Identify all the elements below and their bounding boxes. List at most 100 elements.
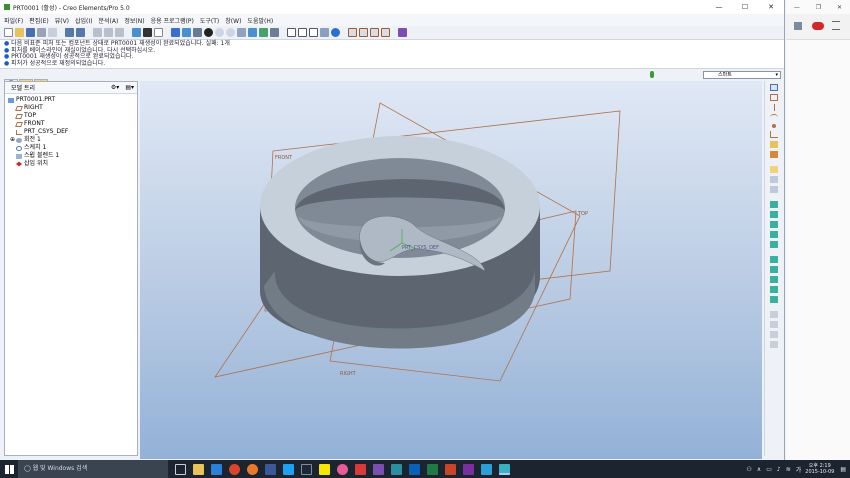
- regenerate-icon[interactable]: [132, 28, 141, 37]
- undo-icon[interactable]: [65, 28, 74, 37]
- taskbar-search-box[interactable]: ◯ 웹 및 Windows 검색: [18, 460, 168, 478]
- tree-item-insert-here[interactable]: 삽입 위치: [8, 160, 134, 168]
- enhanced-realism-icon[interactable]: [331, 28, 340, 37]
- paste-icon[interactable]: [115, 28, 124, 37]
- draft-tool-icon[interactable]: [770, 276, 778, 283]
- bg-restore-icon[interactable]: ❐: [816, 4, 821, 11]
- tree-item-csys[interactable]: PRT_CSYS_DEF: [8, 128, 134, 136]
- point-tool-icon[interactable]: [772, 124, 776, 128]
- shading-icon[interactable]: [320, 28, 329, 37]
- publish-geom-icon[interactable]: [770, 186, 778, 193]
- tray-up-arrow-icon[interactable]: ∧: [757, 466, 761, 473]
- kakaotalk-icon[interactable]: [319, 463, 330, 475]
- csys-tool-icon[interactable]: [770, 131, 778, 138]
- open-file-icon[interactable]: [15, 28, 24, 37]
- menu-edit[interactable]: 편집(E): [29, 16, 49, 25]
- email-icon[interactable]: [48, 28, 57, 37]
- file-explorer-icon[interactable]: [193, 463, 204, 475]
- tree-item-sketch[interactable]: 스케치 1: [8, 144, 134, 152]
- chamfer-tool-icon[interactable]: [770, 296, 778, 303]
- sweep-tool-icon[interactable]: [770, 221, 778, 228]
- copy-icon[interactable]: [104, 28, 113, 37]
- note-tool-icon[interactable]: [770, 166, 778, 173]
- minimize-button[interactable]: —: [706, 0, 732, 14]
- pencil-tool-icon[interactable]: [770, 151, 778, 158]
- media-player-icon[interactable]: [337, 463, 348, 475]
- twitter-icon[interactable]: [283, 463, 294, 475]
- tree-item-revolve[interactable]: ⊕ 회전 1: [8, 136, 134, 144]
- menu-file[interactable]: 파일(F): [4, 16, 23, 25]
- extrude-tool-icon[interactable]: [770, 201, 778, 208]
- orient-icon[interactable]: [182, 28, 191, 37]
- excel-icon[interactable]: [427, 463, 438, 475]
- chrome-browser-icon[interactable]: [229, 463, 240, 475]
- merge-tool-icon[interactable]: [770, 331, 778, 338]
- datum-planes-icon[interactable]: [348, 28, 357, 37]
- onenote-icon[interactable]: [463, 463, 474, 475]
- bg-minimize-icon[interactable]: —: [794, 4, 800, 11]
- tray-network-icon[interactable]: ≋: [786, 466, 791, 473]
- tree-show-icon[interactable]: ▤▾: [125, 84, 134, 91]
- hidden-line-icon[interactable]: [298, 28, 307, 37]
- hole-tool-icon[interactable]: [770, 241, 778, 248]
- pattern-tool-icon[interactable]: [770, 311, 778, 318]
- menu-analysis[interactable]: 분석(A): [99, 16, 119, 25]
- visual-studio-icon[interactable]: [373, 463, 384, 475]
- zoom-out-icon[interactable]: [226, 28, 235, 37]
- datum-points-icon[interactable]: [370, 28, 379, 37]
- tree-item-swept-blend[interactable]: 스윕 블렌드 1: [8, 152, 134, 160]
- copy-geom-icon[interactable]: [770, 176, 778, 183]
- menu-info[interactable]: 정보(N): [124, 16, 144, 25]
- outlook-icon[interactable]: [409, 463, 420, 475]
- csys-icon[interactable]: [381, 28, 390, 37]
- cut-icon[interactable]: [93, 28, 102, 37]
- bg-app-icon[interactable]: [794, 22, 802, 30]
- notification-center-icon[interactable]: ▤: [840, 466, 846, 473]
- tree-item-front[interactable]: FRONT: [8, 120, 134, 128]
- save-icon[interactable]: [26, 28, 35, 37]
- round-tool-icon[interactable]: [770, 286, 778, 293]
- tray-ime-icon[interactable]: 가: [796, 465, 802, 474]
- menu-view[interactable]: 뷰(V): [55, 16, 69, 25]
- steam-icon[interactable]: [301, 463, 312, 475]
- menu-window[interactable]: 창(W): [225, 16, 241, 25]
- redo-icon[interactable]: [76, 28, 85, 37]
- expand-icon[interactable]: ⊕: [10, 136, 15, 144]
- image-viewer-icon[interactable]: [391, 463, 402, 475]
- view-manager-icon[interactable]: [270, 28, 279, 37]
- tree-settings-icon[interactable]: ⚙▾: [111, 84, 119, 91]
- no-hidden-icon[interactable]: [309, 28, 318, 37]
- curve-tool-icon[interactable]: [770, 114, 778, 121]
- taskbar-clock[interactable]: 오후 2:19 2015-10-09: [805, 463, 834, 475]
- refit-icon[interactable]: [237, 28, 246, 37]
- revolve-tool-icon[interactable]: [770, 211, 778, 218]
- creo-taskbar-icon[interactable]: [499, 463, 510, 475]
- graphics-viewport[interactable]: FRONT TOP PRT_CSYS_DEF RIGHT: [140, 81, 762, 459]
- select-box-icon[interactable]: [154, 28, 163, 37]
- close-button[interactable]: ✕: [758, 0, 784, 14]
- analysis-tool-icon[interactable]: [770, 141, 778, 148]
- bg-close-icon[interactable]: ✕: [837, 4, 842, 11]
- menu-help[interactable]: 도움말(H): [247, 16, 273, 25]
- saved-views-icon[interactable]: [259, 28, 268, 37]
- tree-item-part[interactable]: PRT0001.PRT: [8, 96, 134, 104]
- edge-browser-icon[interactable]: [211, 463, 222, 475]
- sketch-tool-icon[interactable]: [770, 84, 778, 91]
- print-icon[interactable]: [37, 28, 46, 37]
- menu-applications[interactable]: 응용 프로그램(P): [151, 16, 194, 25]
- rib-tool-icon[interactable]: [770, 266, 778, 273]
- tree-item-right[interactable]: RIGHT: [8, 104, 134, 112]
- task-view-icon[interactable]: [175, 463, 186, 475]
- repaint-icon[interactable]: [171, 28, 180, 37]
- firefox-icon[interactable]: [247, 463, 258, 475]
- powerpoint-icon[interactable]: [445, 463, 456, 475]
- facebook-icon[interactable]: [265, 463, 276, 475]
- menu-tools[interactable]: 도구(T): [200, 16, 219, 25]
- trim-tool-icon[interactable]: [770, 341, 778, 348]
- reorient-icon[interactable]: [248, 28, 257, 37]
- axis-tool-icon[interactable]: [773, 104, 775, 111]
- datum-axes-icon[interactable]: [359, 28, 368, 37]
- wireframe-icon[interactable]: [287, 28, 296, 37]
- shell-tool-icon[interactable]: [770, 256, 778, 263]
- tray-volume-icon[interactable]: ♪: [777, 466, 781, 473]
